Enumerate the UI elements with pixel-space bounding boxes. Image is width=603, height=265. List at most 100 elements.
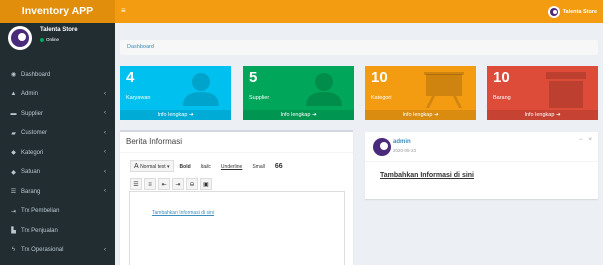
info-link[interactable]: Info lengkap ➜	[487, 110, 598, 120]
stat-label: Barang	[493, 95, 511, 101]
editor-toolbar: A Normal text ▾ Bold Italic Underline Sm…	[130, 159, 345, 191]
panel-title: Berita Informasi	[126, 137, 183, 146]
post-username[interactable]: admin	[393, 139, 411, 145]
sidebar-item-label: Trx Pembelian	[21, 208, 60, 215]
info-link[interactable]: Info lengkap ➜	[243, 110, 354, 120]
sidebar-item-label: Dashboard	[21, 71, 51, 78]
sidebar-item-trx-operasional[interactable]: ϟ Trx Operasional ‹	[0, 241, 115, 261]
user-panel: Talenta Store Online	[0, 23, 115, 51]
arrow-circle-right-icon: ➜	[188, 112, 194, 118]
close-icon[interactable]: ×	[588, 137, 592, 143]
toolbar-row-1: A Normal text ▾ Bold Italic Underline Sm…	[130, 159, 345, 173]
stat-label: Kategori	[371, 95, 392, 101]
small-button[interactable]: Small	[248, 160, 269, 172]
font-a-icon: A	[134, 163, 139, 170]
stat-value: 4	[126, 69, 135, 86]
sidebar-item-kategori[interactable]: ◆ Kategori ‹	[0, 143, 115, 163]
stat-label: Karyawan	[126, 95, 151, 101]
tag-icon: ◆	[11, 150, 16, 157]
link-icon[interactable]: ⊖	[186, 178, 198, 190]
arrow-circle-right-icon: ➜	[555, 112, 561, 118]
sidebar-item-admin[interactable]: ▲ Admin ‹	[0, 85, 115, 105]
breadcrumb-dashboard[interactable]: Dashboard	[127, 44, 154, 50]
unit-icon: ◆	[11, 169, 16, 176]
person-icon	[183, 73, 219, 106]
easel-icon	[424, 72, 464, 108]
bolt-icon: ϟ	[11, 247, 16, 254]
sidebar-item-barang[interactable]: ☰ Barang ‹	[0, 182, 115, 202]
chevron-left-icon: ‹	[104, 188, 106, 194]
indent-icon[interactable]: ⇥	[172, 178, 184, 190]
text-style-dropdown[interactable]: A Normal text ▾	[130, 160, 174, 172]
app-logo[interactable]: Inventory APP	[0, 0, 115, 23]
avatar	[8, 26, 32, 50]
chevron-left-icon: ‹	[104, 90, 106, 97]
berita-panel: Berita Informasi A Normal text ▾ Bold It…	[120, 130, 353, 265]
collapse-icon[interactable]: −	[579, 137, 583, 143]
chevron-left-icon: ‹	[104, 129, 106, 136]
list-icon: ☰	[10, 189, 17, 196]
chevron-left-icon: ‹	[104, 168, 106, 175]
sidebar-item-dashboard[interactable]: ◉ Dashboard	[0, 65, 115, 85]
sidebar-item-supplier[interactable]: ▬ Supplier ‹	[0, 104, 115, 124]
navbar: ≡ Talenta Store	[115, 0, 603, 23]
italic-button[interactable]: Italic	[196, 160, 215, 172]
sidebar-item-customer[interactable]: ▰ Customer ‹	[0, 124, 115, 144]
underline-button[interactable]: Underline	[216, 160, 247, 172]
user-icon: ▲	[10, 91, 17, 98]
chevron-left-icon: ‹	[104, 110, 106, 116]
sidebar-user-status: Online	[40, 37, 59, 42]
image-icon[interactable]: ▣	[200, 178, 212, 190]
divider	[365, 161, 598, 162]
unordered-list-icon[interactable]: ☰	[130, 178, 142, 190]
dashboard-icon: ◉	[10, 72, 17, 79]
avatar	[370, 135, 394, 159]
stat-value: 10	[493, 69, 510, 86]
outdent-icon[interactable]: ⇤	[158, 178, 170, 190]
blockquote-button[interactable]: 66	[270, 160, 287, 172]
bold-button[interactable]: Bold	[175, 160, 195, 172]
sidebar-item-label: Admin	[21, 91, 39, 98]
post-panel: admin 2020-05-23 − × Tambahkan Informasi…	[365, 132, 598, 199]
stat-value: 10	[371, 69, 388, 86]
post-body-link[interactable]: Tambahkan Informasi di sini	[380, 172, 474, 179]
sidebar-item-label: Barang	[21, 188, 41, 195]
user-menu[interactable]: Talenta Store	[547, 5, 597, 18]
sidebar-item-label: Trx Operasional	[21, 247, 64, 254]
arrow-circle-right-icon: ➜	[433, 112, 439, 118]
sidebar-item-label: Satuan	[21, 169, 41, 176]
sidebar-item-label: Supplier	[21, 110, 44, 117]
chevron-left-icon: ‹	[104, 246, 106, 253]
sidebar-item-label: Kategori	[21, 149, 44, 156]
online-dot-icon	[40, 37, 44, 42]
breadcrumb[interactable]: Dashboard	[120, 40, 598, 55]
status-text: Online	[46, 37, 60, 42]
truck-icon: ▬	[10, 110, 17, 117]
avatar	[547, 5, 560, 18]
sidebar-item-trx-pembelian[interactable]: ⇥ Trx Pembelian	[0, 202, 115, 222]
sidebar-item-trx-penjualan[interactable]: ▙ Trx Penjualan	[0, 221, 115, 241]
rich-text-editor[interactable]: Tambahkan Informasi di sini	[129, 191, 345, 265]
sidebar-item-satuan[interactable]: ◆ Satuan ‹	[0, 163, 115, 183]
editor-content-link[interactable]: Tambahkan Informasi di sini	[152, 210, 214, 216]
divider	[120, 152, 353, 153]
user-menu-label: Talenta Store	[562, 8, 597, 15]
stat-value: 5	[249, 69, 258, 86]
info-link[interactable]: Info lengkap ➜	[120, 110, 231, 120]
cart-icon: ▙	[11, 228, 16, 235]
info-link[interactable]: Info lengkap ➜	[365, 110, 476, 120]
top-header: Inventory APP ≡ Talenta Store	[0, 0, 603, 23]
box-icon	[546, 72, 586, 108]
toolbar-row-2: ☰ ≡ ⇤ ⇥ ⊖ ▣	[130, 177, 345, 191]
post-date: 2020-05-23	[393, 148, 417, 153]
ordered-list-icon[interactable]: ≡	[144, 178, 156, 190]
hamburger-icon[interactable]: ≡	[121, 6, 129, 16]
stat-label: Supplier	[249, 95, 270, 101]
chevron-left-icon: ‹	[104, 149, 106, 155]
person-icon	[306, 73, 342, 106]
sidebar-item-label: Trx Penjualan	[21, 227, 58, 234]
sign-in-icon: ⇥	[10, 208, 17, 215]
stat-box-kategori: 10 Kategori Info lengkap ➜	[365, 66, 476, 120]
stat-box-barang: 10 Barang Info lengkap ➜	[487, 66, 598, 120]
customer-icon: ▰	[11, 130, 16, 137]
